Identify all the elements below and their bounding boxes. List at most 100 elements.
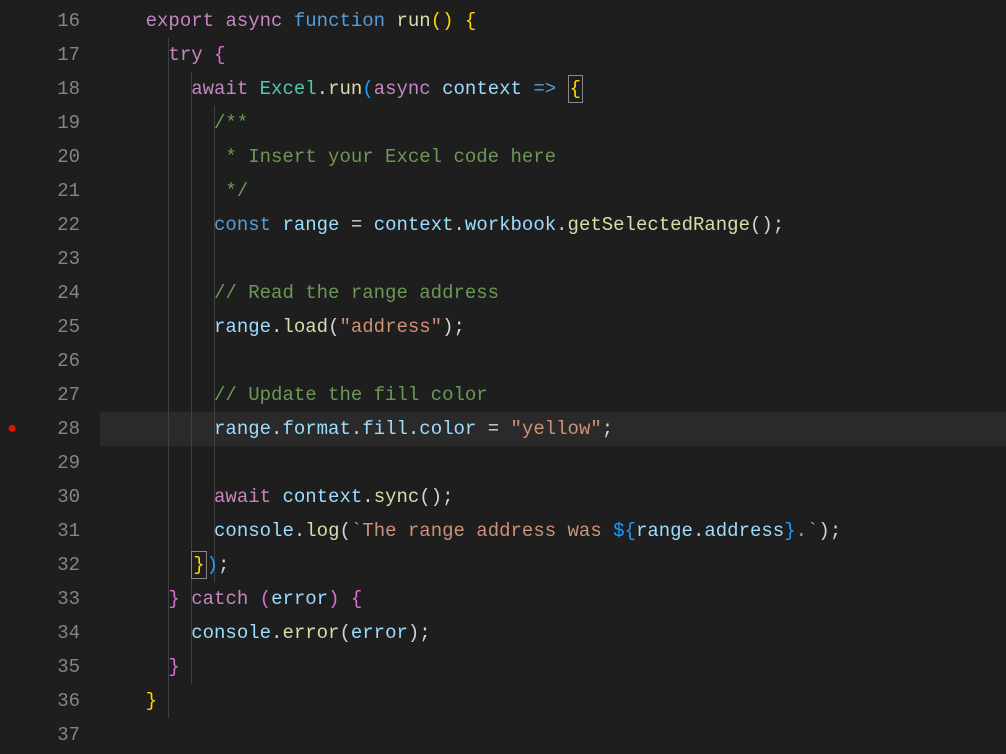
code-line[interactable]: await context.sync(); [100,480,1006,514]
breakpoint-icon[interactable]: ● [0,412,24,446]
code-line[interactable]: /** [100,106,1006,140]
token [100,554,191,576]
token: error [282,622,339,644]
token: ); [818,520,841,542]
token: run [328,78,362,100]
token: // Read the range address [214,282,499,304]
indent-guide [168,446,169,480]
code-line[interactable]: // Update the fill color [100,378,1006,412]
gutter-line[interactable]: 22 [0,208,100,242]
code-line[interactable]: } [100,684,1006,718]
token: "yellow" [511,418,602,440]
code-line[interactable]: export async function run() { [100,4,1006,38]
token: range [636,520,693,542]
line-number: 26 [24,344,100,378]
line-content: } catch (error) { [100,588,362,610]
line-content: await context.sync(); [100,486,454,508]
token: context [374,214,454,236]
gutter-line[interactable]: 34 [0,616,100,650]
gutter-line[interactable]: 24 [0,276,100,310]
code-line[interactable] [100,718,1006,752]
line-number: 24 [24,276,100,310]
token: . [271,316,282,338]
gutter-line[interactable]: 36 [0,684,100,718]
code-line[interactable]: range.load("address"); [100,310,1006,344]
code-line[interactable]: */ [100,174,1006,208]
gutter-line[interactable]: 17 [0,38,100,72]
line-content: * Insert your Excel code here [100,146,556,168]
line-content: /** [100,112,248,134]
gutter-line[interactable]: 37 [0,718,100,752]
code-line[interactable]: range.format.fill.color = "yellow"; [100,412,1006,446]
code-line[interactable]: }); [100,548,1006,582]
token: ( [339,520,350,542]
gutter-line[interactable]: 33 [0,582,100,616]
gutter-line[interactable]: 35 [0,650,100,684]
gutter-line[interactable]: 20 [0,140,100,174]
gutter-line[interactable]: 32 [0,548,100,582]
line-number: 28 [24,412,100,446]
line-number: 35 [24,650,100,684]
code-line[interactable]: } catch (error) { [100,582,1006,616]
code-line[interactable] [100,344,1006,378]
gutter[interactable]: 161718192021222324252627●282930313233343… [0,0,100,754]
token: . [408,418,419,440]
token [100,384,214,406]
token: ${ [613,520,636,542]
gutter-line[interactable]: 16 [0,4,100,38]
gutter-line[interactable]: 26 [0,344,100,378]
token [248,588,259,610]
line-number: 18 [24,72,100,106]
token: range [214,316,271,338]
token: . [454,214,465,236]
token: ( [362,78,373,100]
token: * Insert your Excel code here [225,146,556,168]
token [100,214,214,236]
code-line[interactable]: try { [100,38,1006,72]
code-editor[interactable]: 161718192021222324252627●282930313233343… [0,0,1006,754]
token: address [704,520,784,542]
line-number: 25 [24,310,100,344]
gutter-line[interactable]: 25 [0,310,100,344]
code-line[interactable]: console.log(`The range address was ${ran… [100,514,1006,548]
token: () [431,10,454,32]
code-line[interactable]: // Read the range address [100,276,1006,310]
token: fill [362,418,408,440]
token [214,10,225,32]
token: . [556,214,567,236]
code-line[interactable] [100,242,1006,276]
gutter-line[interactable]: 18 [0,72,100,106]
code-area[interactable]: export async function run() { try { awai… [100,0,1006,754]
gutter-line[interactable]: 23 [0,242,100,276]
token: . [271,418,282,440]
token: } [191,551,206,579]
token: = [339,214,373,236]
token: ; [602,418,613,440]
gutter-line[interactable]: 21 [0,174,100,208]
code-line[interactable]: console.error(error); [100,616,1006,650]
gutter-line[interactable]: 27 [0,378,100,412]
token: ( [328,316,339,338]
gutter-line[interactable]: ●28 [0,412,100,446]
gutter-line[interactable]: 19 [0,106,100,140]
token [100,10,146,32]
token: function [294,10,385,32]
token [100,588,168,610]
code-line[interactable]: const range = context.workbook.getSelect… [100,208,1006,242]
line-content: // Update the fill color [100,384,488,406]
code-line[interactable]: } [100,650,1006,684]
line-content: } [100,656,180,678]
token: "address" [339,316,442,338]
token [100,418,214,440]
token [282,10,293,32]
code-line[interactable] [100,446,1006,480]
token: . [271,622,282,644]
gutter-line[interactable]: 31 [0,514,100,548]
token: // Update the fill color [214,384,488,406]
gutter-line[interactable]: 30 [0,480,100,514]
code-line[interactable]: await Excel.run(async context => { [100,72,1006,106]
code-line[interactable]: * Insert your Excel code here [100,140,1006,174]
token: color [419,418,476,440]
gutter-line[interactable]: 29 [0,446,100,480]
line-content: console.log(`The range address was ${ran… [100,520,841,542]
